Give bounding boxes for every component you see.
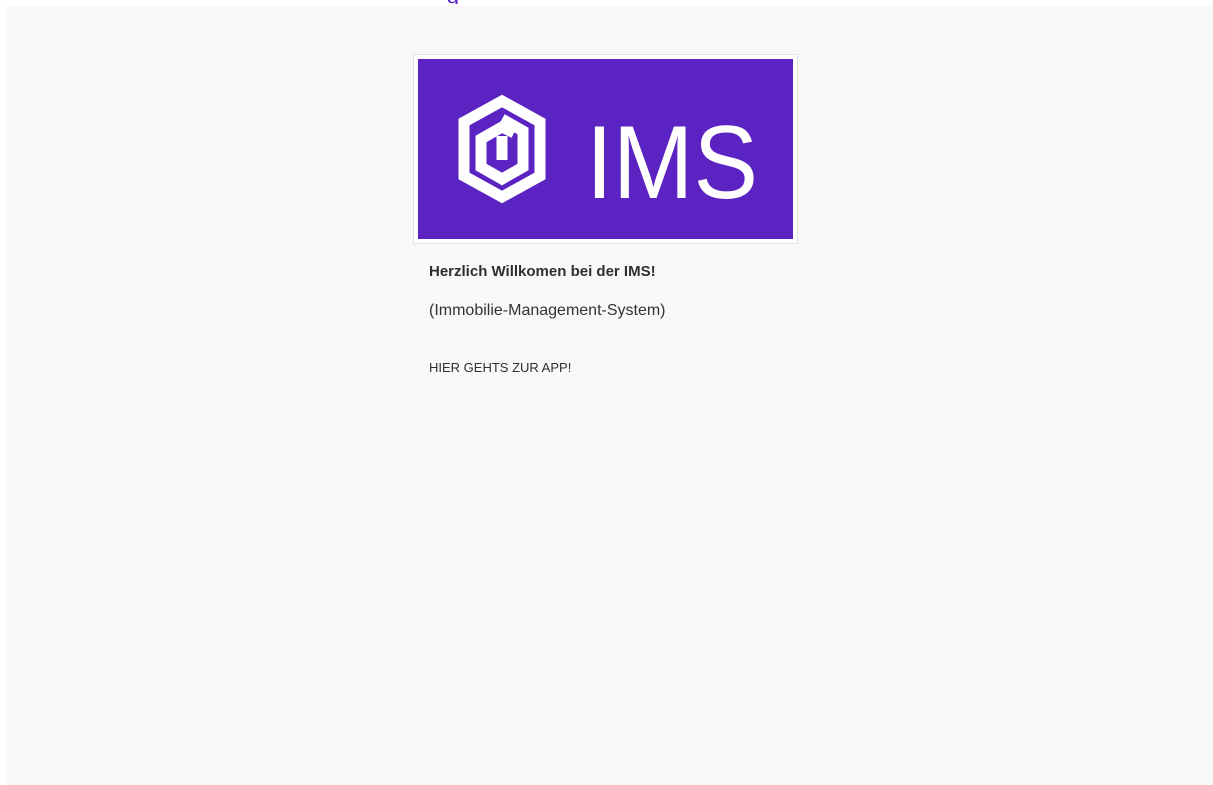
hexagon-spiral-icon [458,94,546,204]
welcome-page: IMS Herzlich Willkomen bei der IMS! (Imm… [6,6,1213,785]
ims-logo: IMS [418,59,793,239]
logo-frame: IMS [413,54,798,244]
top-partial-glyph-icon: g [446,0,464,4]
ims-logo-text: IMS [586,105,758,221]
welcome-title: Herzlich Willkomen bei der IMS! [429,263,656,280]
welcome-subtitle: (Immobilie-Management-System) [429,302,666,319]
app-link[interactable]: HIER GEHTS ZUR APP! [429,360,571,375]
ims-logo-graphic: IMS [458,94,758,221]
